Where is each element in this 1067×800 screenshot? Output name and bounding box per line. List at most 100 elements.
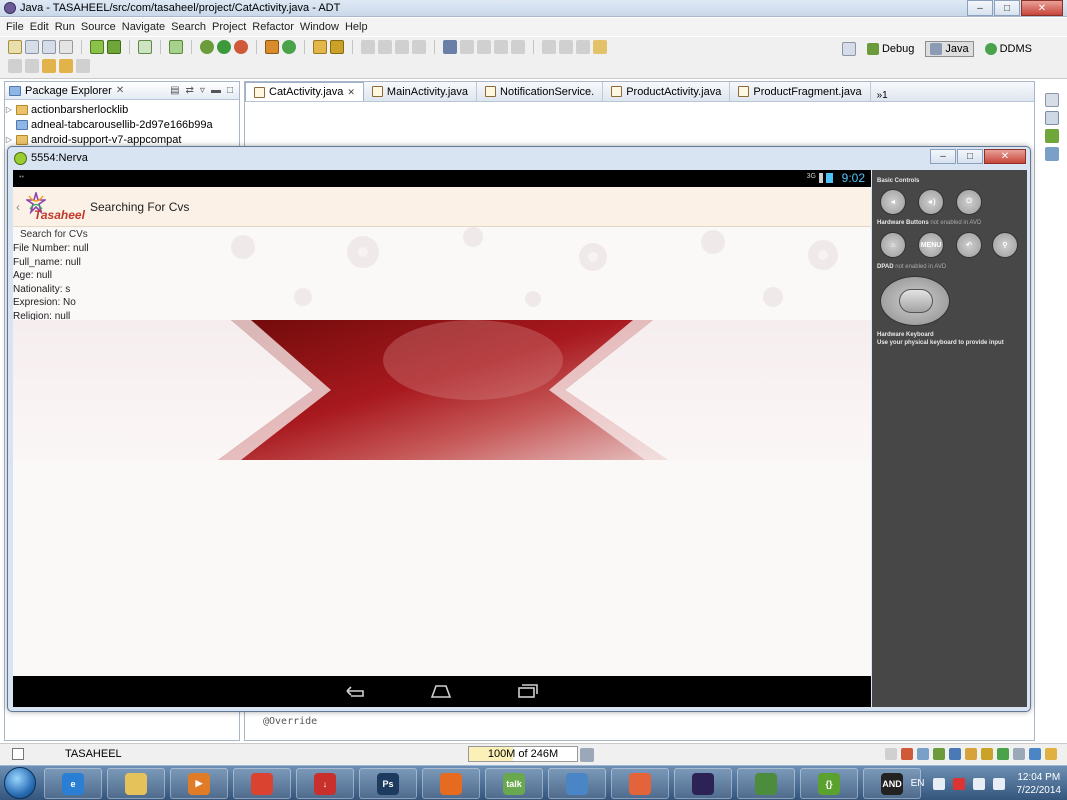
menu-navigate[interactable]: Navigate xyxy=(122,21,171,33)
step-over-icon[interactable] xyxy=(559,40,573,54)
menu-edit[interactable]: Edit xyxy=(30,21,55,33)
suspend-icon[interactable] xyxy=(477,40,491,54)
run-icon[interactable] xyxy=(217,40,231,54)
heap-view-icon[interactable] xyxy=(981,748,993,760)
code-line[interactable]: @Override xyxy=(263,716,317,727)
show-whitespace-icon[interactable] xyxy=(412,40,426,54)
close-tab-icon[interactable]: ✕ xyxy=(347,87,355,98)
skip-breakpoints-icon[interactable] xyxy=(443,40,457,54)
forward-icon[interactable] xyxy=(76,59,90,73)
view-menu-icon[interactable]: ▿ xyxy=(200,85,205,96)
taskbar-xampp-button[interactable] xyxy=(611,768,669,799)
android-sdk-manager-icon[interactable] xyxy=(90,40,104,54)
emulator-close-button[interactable]: ✕ xyxy=(984,149,1026,164)
taskbar-talk-button[interactable]: talk xyxy=(485,768,543,799)
maximize-button[interactable]: □ xyxy=(994,0,1020,16)
new-package-icon[interactable] xyxy=(265,40,279,54)
resume-icon[interactable] xyxy=(460,40,474,54)
debug-icon[interactable] xyxy=(200,40,214,54)
step-into-icon[interactable] xyxy=(542,40,556,54)
close-button[interactable]: ✕ xyxy=(1021,0,1063,16)
minimize-button[interactable]: – xyxy=(967,0,993,16)
drop-to-frame-icon[interactable] xyxy=(593,40,607,54)
back-nav-icon[interactable] xyxy=(343,683,367,699)
menu-search[interactable]: Search xyxy=(171,21,212,33)
bookmarks-icon[interactable] xyxy=(1045,147,1059,161)
annotation-icon[interactable] xyxy=(361,40,375,54)
outline-icon[interactable] xyxy=(1045,111,1059,125)
dpad-control[interactable] xyxy=(880,276,950,326)
more-tabs-button[interactable]: »1 xyxy=(871,90,894,101)
volume-up-button[interactable]: ◄) xyxy=(918,189,944,215)
prev-annotation-icon[interactable] xyxy=(25,59,39,73)
taskbar-ie-button[interactable]: e xyxy=(44,768,102,799)
threads-icon[interactable] xyxy=(997,748,1009,760)
home-hw-button[interactable]: ⌂ xyxy=(880,232,906,258)
emulator-control-icon[interactable] xyxy=(1029,748,1041,760)
action-center-icon[interactable] xyxy=(952,777,965,790)
tab-catactivity[interactable]: CatActivity.java ✕ xyxy=(245,82,364,101)
search-tool-icon[interactable] xyxy=(330,40,344,54)
new-icon[interactable] xyxy=(8,40,22,54)
menu-refactor[interactable]: Refactor xyxy=(252,21,300,33)
menu-file[interactable]: File xyxy=(6,21,30,33)
network-stats-icon[interactable] xyxy=(1045,748,1057,760)
taskbar-explorer-button[interactable] xyxy=(107,768,165,799)
menu-run[interactable]: Run xyxy=(55,21,81,33)
dpad-center-button[interactable] xyxy=(899,289,933,313)
terminate-icon[interactable] xyxy=(494,40,508,54)
recents-nav-icon[interactable] xyxy=(516,683,540,699)
save-icon[interactable] xyxy=(25,40,39,54)
power-button[interactable]: ⏻ xyxy=(956,189,982,215)
collapse-all-icon[interactable]: ▤ xyxy=(170,85,179,96)
open-type-icon[interactable] xyxy=(313,40,327,54)
open-perspective-icon[interactable] xyxy=(841,42,856,56)
close-view-icon[interactable]: ✕ xyxy=(116,85,124,96)
menu-source[interactable]: Source xyxy=(81,21,122,33)
checkbox-icon[interactable] xyxy=(138,40,152,54)
expand-arrow-icon[interactable]: ▷ xyxy=(5,105,13,114)
taskbar-photoshop-button[interactable]: Ps xyxy=(359,768,417,799)
taskbar-download-button[interactable]: ↓ xyxy=(296,768,354,799)
emulator-minimize-button[interactable]: – xyxy=(930,149,956,164)
taskbar-chart-app-button[interactable] xyxy=(737,768,795,799)
print-icon[interactable] xyxy=(59,40,73,54)
search-hw-button[interactable]: ⚲ xyxy=(992,232,1018,258)
save-all-icon[interactable] xyxy=(42,40,56,54)
file-explorer-icon[interactable] xyxy=(1013,748,1025,760)
tree-item-android-support-v7-appcompat[interactable]: ▷ android-support-v7-appcompat xyxy=(5,132,239,147)
back-icon[interactable] xyxy=(59,59,73,73)
new-class-icon[interactable] xyxy=(282,40,296,54)
home-nav-icon[interactable] xyxy=(429,683,453,699)
menu-help[interactable]: Help xyxy=(345,21,374,33)
taskbar-eclipse-button[interactable] xyxy=(674,768,732,799)
taskbar-network-button[interactable] xyxy=(548,768,606,799)
system-clock[interactable]: 12:04 PM 7/22/2014 xyxy=(1017,771,1062,797)
emulator-maximize-button[interactable]: □ xyxy=(957,149,983,164)
step-return-icon[interactable] xyxy=(576,40,590,54)
perspective-java[interactable]: Java xyxy=(925,41,974,57)
external-tools-icon[interactable] xyxy=(234,40,248,54)
declaration-icon[interactable] xyxy=(933,748,945,760)
task-list-icon[interactable] xyxy=(1045,129,1059,143)
expand-arrow-icon[interactable]: ▷ xyxy=(5,135,13,144)
menu-window[interactable]: Window xyxy=(300,21,345,33)
last-edit-icon[interactable] xyxy=(42,59,56,73)
taskbar-firefox-button[interactable] xyxy=(422,768,480,799)
taskbar-media-player-button[interactable]: ▶ xyxy=(170,768,228,799)
problems-icon[interactable] xyxy=(901,748,913,760)
tasaheel-logo[interactable]: Tasaheel xyxy=(24,190,86,224)
restore-icon[interactable] xyxy=(1045,93,1059,107)
next-annotation-icon[interactable] xyxy=(8,59,22,73)
taskbar-chrome-button[interactable] xyxy=(233,768,291,799)
highlight-icon[interactable] xyxy=(378,40,392,54)
disconnect-icon[interactable] xyxy=(511,40,525,54)
javadoc-icon[interactable] xyxy=(917,748,929,760)
start-button[interactable] xyxy=(4,767,36,799)
perspective-ddms[interactable]: DDMS xyxy=(980,41,1037,57)
minimize-view-icon[interactable]: ▬ xyxy=(211,85,221,96)
tab-notificationservice[interactable]: NotificationService. xyxy=(477,82,604,101)
volume-icon[interactable] xyxy=(992,777,1005,790)
tree-item-adneal-tabcarousellib[interactable]: adneal-tabcarousellib-2d97e166b99a xyxy=(5,117,239,132)
pin-icon[interactable] xyxy=(395,40,409,54)
